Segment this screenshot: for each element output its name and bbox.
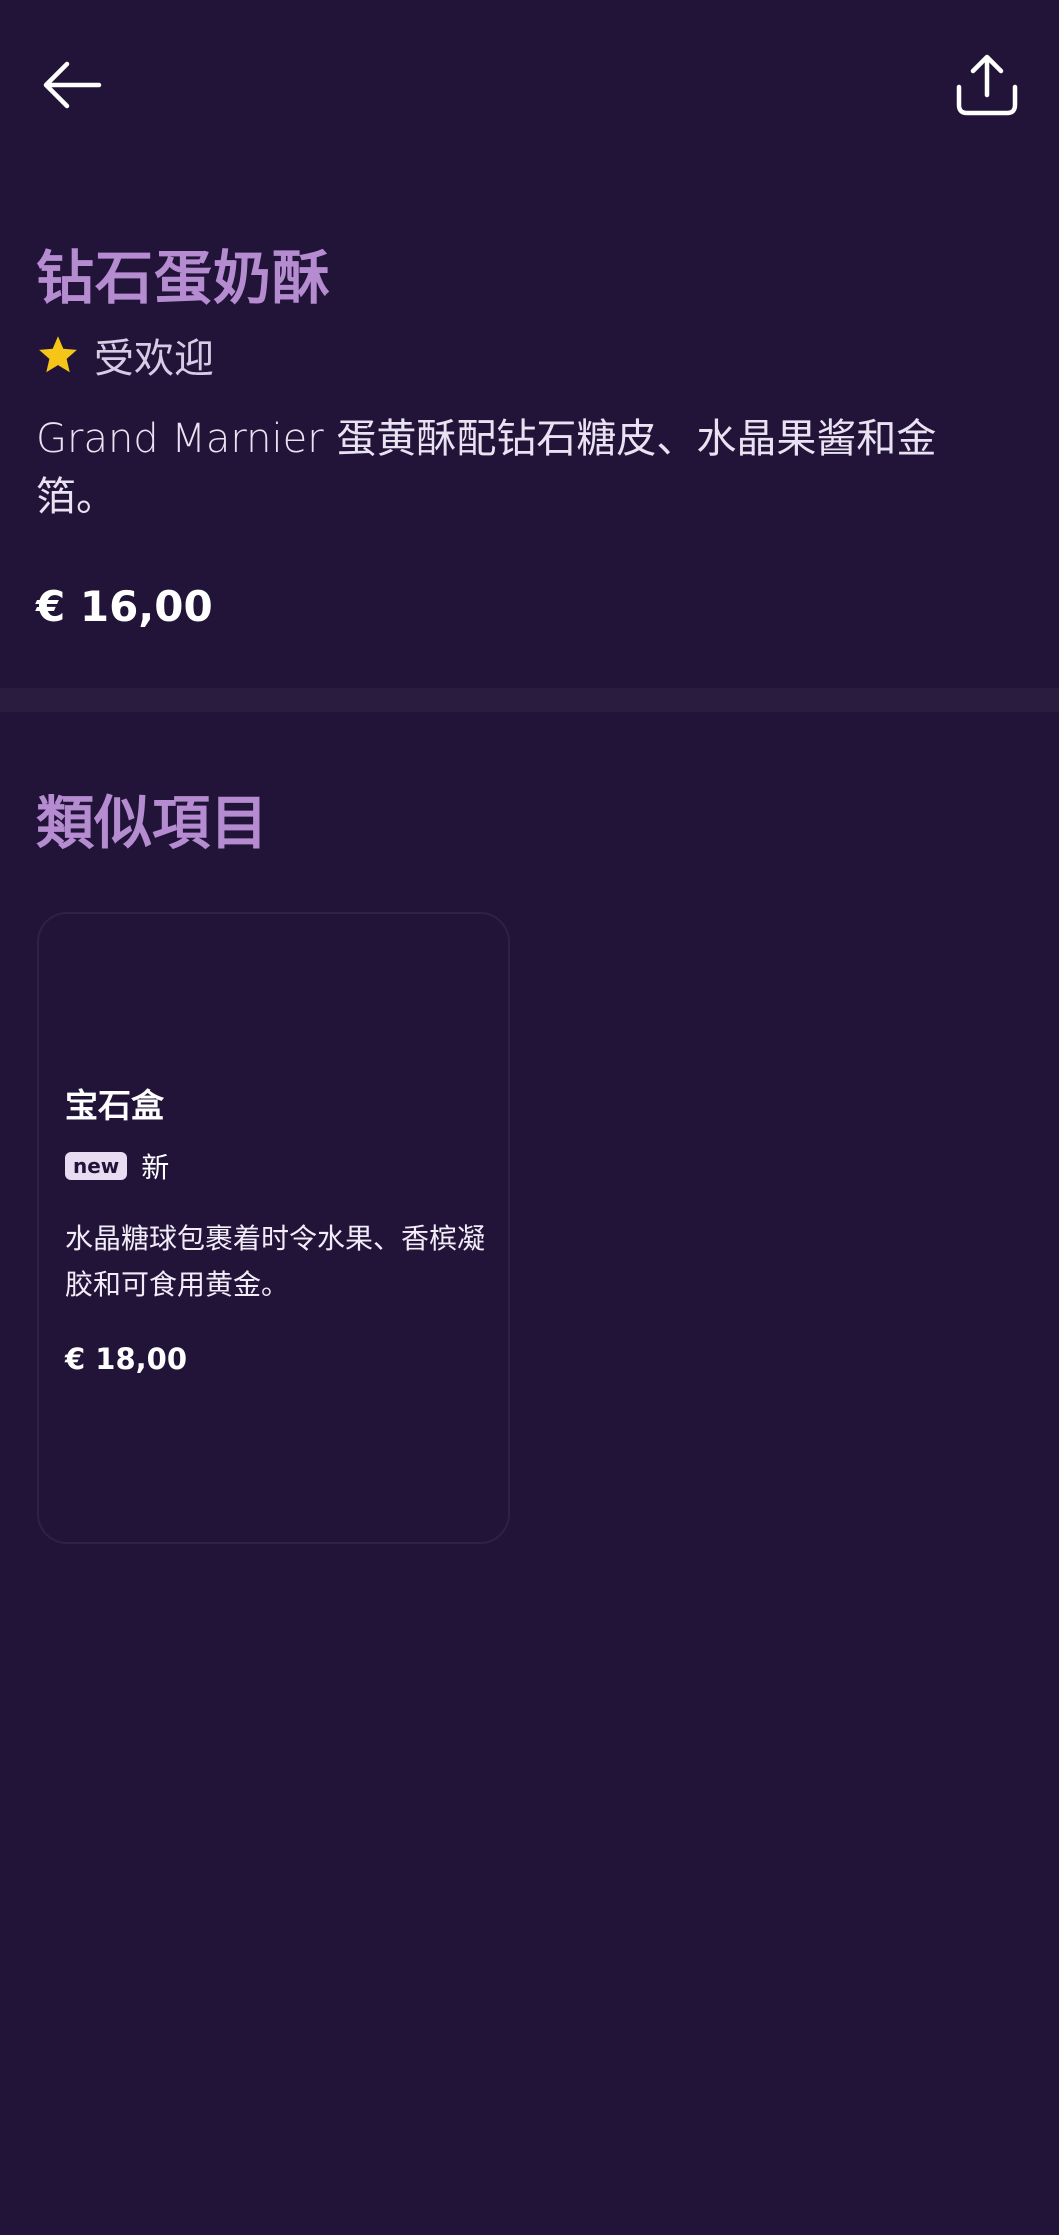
new-badge: new (65, 1152, 128, 1180)
similar-items-heading: 類似項目 (36, 789, 269, 857)
arrow-left-icon (43, 61, 102, 109)
item-detail: 钻石蛋奶酥 受欢迎 Grand Marnier 蛋黄酥配钻石糖皮、水晶果酱和金箔… (36, 240, 1026, 631)
share-upload-icon (956, 54, 1018, 116)
share-button[interactable] (942, 40, 1032, 130)
card-price: € 18,00 (65, 1342, 188, 1376)
new-tag: new 新 (65, 1146, 495, 1186)
card-body: 宝石盒 new 新 水晶糖球包裹着时令水果、香槟凝胶和可食用黄金。 € 18,0… (65, 1084, 495, 1376)
item-title: 钻石蛋奶酥 (36, 244, 332, 312)
top-bar (0, 0, 1059, 170)
new-badge-label: 新 (141, 1151, 170, 1184)
item-description: Grand Marnier 蛋黄酥配钻石糖皮、水晶果酱和金箔。 (36, 416, 937, 520)
star-icon (39, 336, 77, 373)
tag-label: 受欢迎 (94, 336, 214, 382)
back-button[interactable] (27, 40, 117, 130)
section-divider (0, 688, 1059, 712)
popular-tag: 受欢迎 (36, 322, 1026, 388)
item-detail-page: 钻石蛋奶酥 受欢迎 Grand Marnier 蛋黄酥配钻石糖皮、水晶果酱和金箔… (0, 0, 1059, 2235)
similar-item-card[interactable]: 宝石盒 new 新 水晶糖球包裹着时令水果、香槟凝胶和可食用黄金。 € 18,0… (37, 912, 510, 1544)
card-description: 水晶糖球包裹着时令水果、香槟凝胶和可食用黄金。 (65, 1222, 486, 1301)
item-price: € 16,00 (36, 582, 213, 631)
card-title: 宝石盒 (65, 1086, 164, 1125)
